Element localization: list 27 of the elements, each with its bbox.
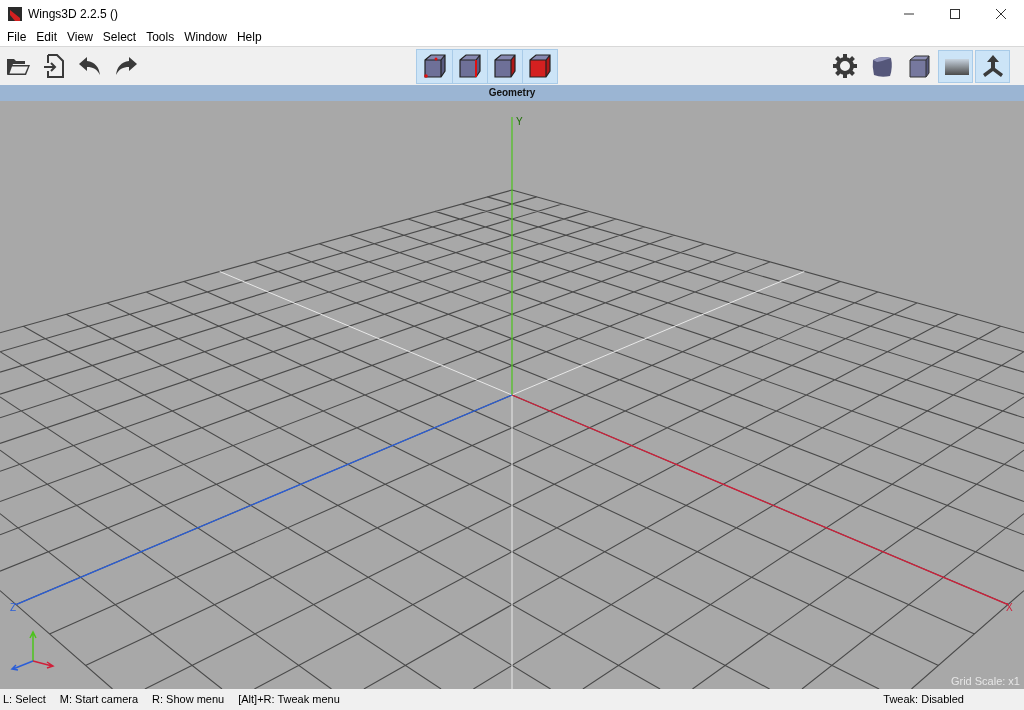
maximize-icon: [950, 9, 960, 19]
cube-icon: [526, 52, 554, 80]
menu-item[interactable]: Tools: [141, 28, 180, 46]
menu-item[interactable]: Window: [179, 28, 232, 46]
import-file-button[interactable]: [41, 53, 67, 79]
app-icon: [8, 7, 22, 21]
axes-button[interactable]: [975, 49, 1010, 83]
cube-icon: [456, 52, 484, 80]
viewport-title: Geometry: [0, 85, 1024, 101]
ground-plane-button[interactable]: [938, 49, 973, 83]
tweak-status: Tweak: Disabled: [883, 692, 965, 708]
cube-icon: [491, 52, 519, 80]
status-hint: [Alt]+R: Tweak menu: [238, 692, 340, 708]
menu-item[interactable]: Edit: [31, 28, 63, 46]
menu-item[interactable]: File: [2, 28, 32, 46]
axis-label: Y: [516, 116, 523, 127]
menu-item[interactable]: Select: [97, 28, 142, 46]
gear-icon: [831, 53, 858, 79]
status-hint: M: Start camera: [59, 692, 139, 708]
orientation-axes-icon: [10, 630, 55, 671]
status-hint: R: Show menu: [152, 692, 225, 708]
menu-item[interactable]: Help: [231, 28, 267, 46]
window-title: Wings3D 2.2.5 (): [28, 6, 119, 23]
close-icon: [996, 9, 1006, 19]
status-hint: L: Select: [3, 692, 46, 708]
menu-item[interactable]: View: [62, 28, 98, 46]
axis-label: Z: [10, 602, 17, 613]
